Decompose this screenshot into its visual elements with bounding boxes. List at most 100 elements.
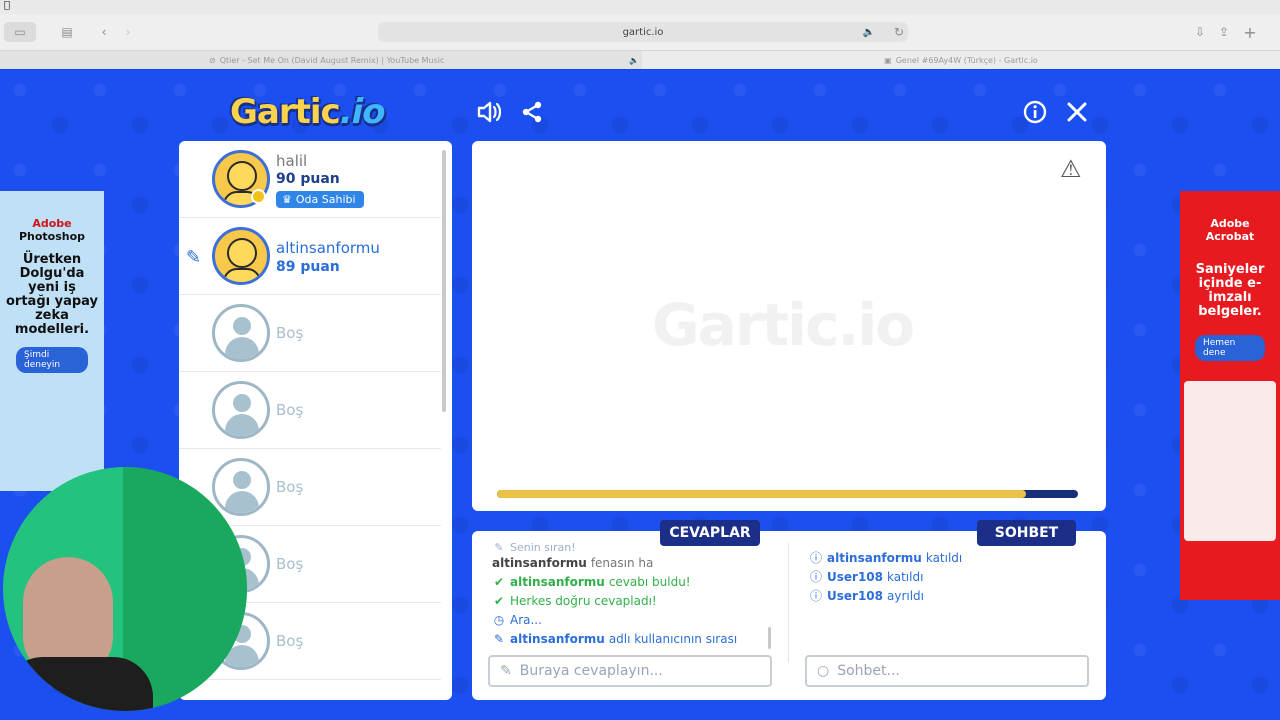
answer-line: ◷ Ara...	[492, 610, 772, 629]
answer-text: fenasın ha	[590, 555, 654, 570]
new-tab-icon[interactable]: +	[1242, 22, 1258, 42]
tab-audio-icon[interactable]: 🔈	[629, 56, 639, 65]
player-avatar	[212, 227, 270, 285]
chat-line: ⓘ altinsanformu katıldı	[809, 548, 962, 567]
logo-main: Gartic	[230, 92, 341, 132]
drawing-pencil-icon: ✎	[186, 247, 202, 268]
answers-scrollbar[interactable]	[768, 627, 771, 649]
canvas-watermark: Gartic.io	[652, 291, 915, 359]
chat-input[interactable]: ○ Sohbet...	[805, 655, 1089, 687]
answer-line: ✔ Herkes doğru cevapladı!	[492, 591, 772, 610]
tab-bar: ⊘ Qtier - Set Me On (David August Remix)…	[0, 51, 1280, 69]
address-bar[interactable]: gartic.io	[378, 22, 908, 42]
ad-product: Photoshop	[18, 230, 86, 243]
tab-title: Genel #69Ay4W (Türkçe) - Gartic.io	[895, 55, 1038, 65]
chat-user: User108	[827, 588, 883, 603]
answer-text: adlı kullanıcının sırası	[608, 631, 738, 646]
pencil-icon: ✎	[493, 631, 505, 646]
apple-icon[interactable]: 	[4, 0, 10, 11]
ad-left[interactable]: Adobe Photoshop Üretken Dolgu'da yeni iş…	[0, 191, 104, 491]
answer-line: altinsanformu fenasın ha	[492, 553, 772, 572]
tab-youtube-music[interactable]: ⊘ Qtier - Set Me On (David August Remix)…	[205, 51, 641, 69]
answer-user: altinsanformu	[510, 574, 605, 589]
clock-icon: ◷	[493, 612, 505, 627]
answer-line: ✔ altinsanformu cevabı buldu!	[492, 572, 772, 591]
empty-slot[interactable]: Boş	[179, 295, 441, 372]
answer-user: altinsanformu	[510, 631, 605, 646]
answer-text: Senin sıran!	[510, 541, 576, 554]
browser-toolbar: ▭ ▤ ‹ › gartic.io 🔈 ↻ ⇩ ⇪ +	[0, 14, 1280, 51]
chat-input-placeholder: Sohbet...	[837, 663, 900, 679]
slot-label: Boş	[276, 632, 304, 650]
ad-product: Acrobat	[1205, 230, 1255, 243]
player-row[interactable]: ✎ altinsanformu 89 puan	[179, 218, 441, 295]
ad-right[interactable]: Adobe Acrobat Saniyeler içinde e-imzalı …	[1180, 191, 1280, 600]
volume-icon[interactable]	[476, 98, 504, 126]
webcam-overlay	[3, 467, 247, 711]
ad-document-image	[1184, 381, 1276, 541]
round-timer-bar	[497, 490, 1078, 498]
back-icon[interactable]: ‹	[94, 22, 114, 42]
slot-label: Boş	[276, 478, 304, 496]
gartic-logo[interactable]: Gartic.io	[230, 92, 386, 132]
answers-log: ✎ Senin sıran! altinsanformu fenasın ha …	[492, 541, 772, 651]
chat-line: ⓘ User108 katıldı	[809, 567, 962, 586]
share-icon[interactable]	[518, 98, 546, 126]
report-warning-icon[interactable]: ⚠	[1060, 155, 1082, 183]
answer-user: altinsanformu	[492, 555, 587, 570]
ad-brand: Adobe	[1210, 217, 1250, 230]
slot-label: Boş	[276, 555, 304, 573]
forward-icon[interactable]: ›	[118, 22, 138, 42]
drawing-canvas[interactable]: Gartic.io ⚠	[472, 141, 1106, 511]
audio-icon[interactable]: 🔈	[862, 22, 876, 42]
answer-text: Herkes doğru cevapladı!	[510, 593, 657, 608]
ad-brand: Adobe	[32, 217, 72, 230]
downloads-icon[interactable]: ⇩	[1192, 22, 1208, 42]
owner-dot-icon	[251, 189, 266, 204]
chat-line: ⓘ User108 ayrıldı	[809, 586, 962, 605]
timer-fill	[497, 490, 1026, 498]
pencil-icon: ✎	[494, 541, 504, 554]
tab-title: Qtier - Set Me On (David August Remix) |…	[219, 55, 445, 65]
player-name: altinsanformu	[276, 239, 380, 257]
ad-cta-button[interactable]: Şimdi deneyin	[16, 347, 88, 373]
chat-user: altinsanformu	[827, 550, 922, 565]
tab-overview-icon[interactable]: ▤	[56, 22, 78, 42]
search-icon: ○	[817, 663, 830, 679]
info-icon[interactable]	[1021, 98, 1049, 126]
ad-text: Üretken Dolgu'da yeni iş ortağı yapay ze…	[6, 252, 99, 337]
check-icon: ✔	[493, 574, 505, 589]
close-icon[interactable]	[1063, 98, 1091, 126]
empty-slot[interactable]: Boş	[179, 372, 441, 449]
tab-gartic[interactable]: ▣ Genel #69Ay4W (Türkçe) - Gartic.io	[642, 51, 1280, 69]
check-icon: ✔	[493, 593, 505, 608]
reload-icon[interactable]: ↻	[892, 22, 906, 42]
info-icon: ⓘ	[809, 551, 822, 565]
slot-label: Boş	[276, 401, 304, 419]
chat-tab[interactable]: SOHBET	[977, 520, 1076, 546]
answers-chat-panel: ✎ Senin sıran! altinsanformu fenasın ha …	[472, 531, 1106, 700]
info-icon: ⓘ	[809, 570, 822, 584]
answers-tab[interactable]: CEVAPLAR	[660, 520, 760, 546]
slot-label: Boş	[276, 324, 304, 342]
sidebar-toggle-icon[interactable]: ▭	[4, 22, 36, 42]
answer-input-placeholder: Buraya cevaplayın...	[519, 663, 663, 679]
player-row[interactable]: halil 90 puan ♛ Oda Sahibi	[179, 141, 441, 218]
url-text: gartic.io	[622, 26, 664, 38]
answer-input[interactable]: ✎ Buraya cevaplayın...	[488, 655, 772, 687]
crown-icon: ♛	[282, 193, 292, 206]
share-icon[interactable]: ⇪	[1216, 22, 1232, 42]
chat-user: User108	[827, 569, 883, 584]
player-points: 89 puan	[276, 259, 340, 275]
chat-log: ⓘ altinsanformu katıldı ⓘ User108 katıld…	[809, 548, 962, 605]
players-scrollbar[interactable]	[442, 150, 446, 412]
logo-io: .io	[339, 92, 386, 132]
macos-menubar: 	[0, 0, 1280, 14]
panel-divider	[788, 543, 789, 663]
player-points: 90 puan	[276, 171, 340, 187]
answer-text: Ara...	[510, 612, 542, 627]
chat-text: ayrıldı	[887, 588, 925, 603]
ad-cta-button[interactable]: Hemen dene	[1195, 335, 1265, 361]
ad-text: Saniyeler içinde e-imzalı belgeler.	[1195, 262, 1265, 319]
tab-favicon-icon: ⊘	[209, 55, 216, 65]
